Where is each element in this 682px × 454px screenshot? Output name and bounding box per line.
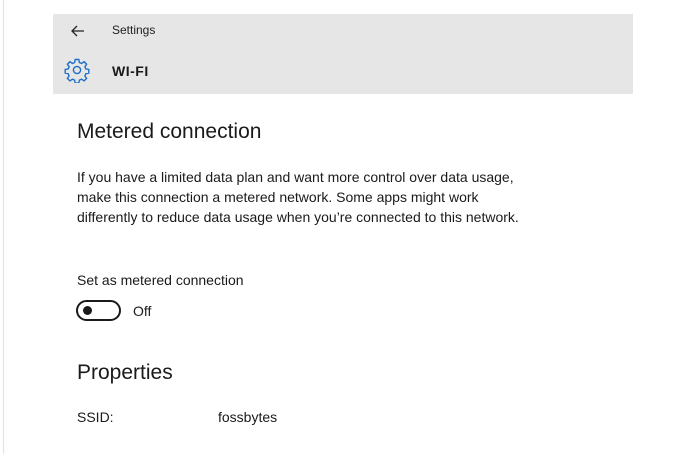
back-button[interactable]: [67, 22, 89, 40]
settings-header: Settings WI-FI: [53, 14, 633, 94]
metered-description: If you have a limited data plan and want…: [77, 169, 519, 225]
app-title: Settings: [112, 23, 156, 37]
page-name: WI-FI: [112, 63, 149, 79]
toggle-knob: [83, 306, 92, 315]
properties-heading: Properties: [77, 361, 173, 384]
window-edge: [3, 0, 4, 454]
metered-toggle-state: Off: [133, 303, 152, 319]
ssid-label: SSID:: [77, 409, 114, 425]
metered-toggle-label: Set as metered connection: [77, 272, 244, 288]
gear-icon: [64, 58, 90, 83]
metered-toggle[interactable]: [76, 300, 121, 321]
metered-connection-heading: Metered connection: [77, 120, 262, 143]
settings-window: Settings WI-FI Metered connection If you…: [0, 0, 682, 454]
back-arrow-icon: [71, 25, 84, 37]
ssid-value: fossbytes: [218, 409, 278, 425]
